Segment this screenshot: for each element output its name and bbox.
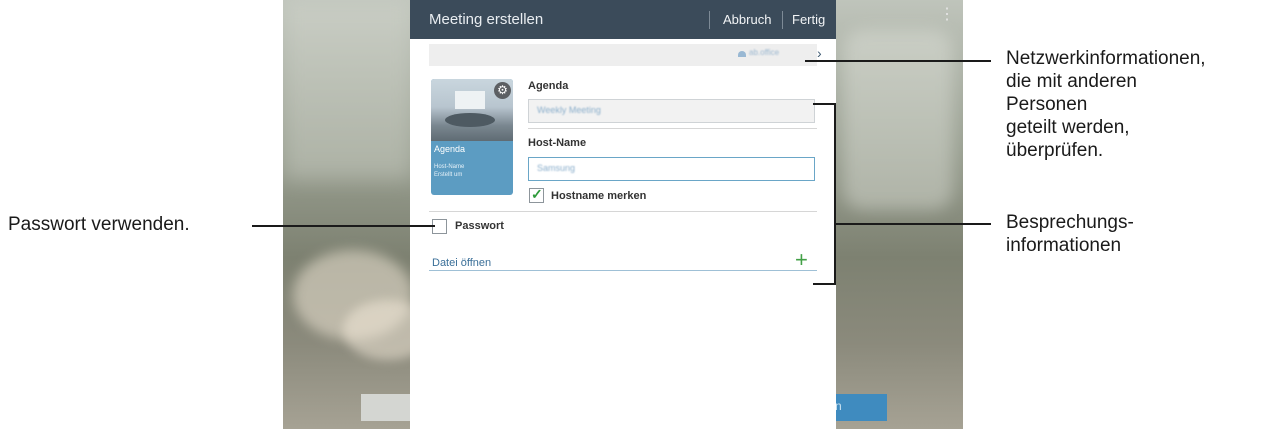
done-button[interactable]: Fertig	[792, 12, 825, 27]
card-title: Agenda	[434, 144, 466, 154]
background-window	[843, 30, 953, 210]
callout-meeting-line: informationen	[1006, 235, 1122, 256]
callout-network-line: Netzwerkinformationen,	[1006, 48, 1206, 69]
background-right-button: n	[829, 394, 887, 421]
agenda-label: Agenda	[528, 80, 569, 92]
bracket-top	[813, 103, 836, 105]
callout-meeting: Besprechungs- informationen	[1006, 211, 1134, 257]
title-bar: Meeting erstellen Abbruch Fertig	[410, 0, 836, 39]
overflow-menu-icon[interactable]: ⋮	[939, 7, 955, 30]
callout-meeting-leader	[836, 223, 991, 225]
host-name-value: Samsung	[537, 163, 576, 173]
bracket-bottom	[813, 283, 836, 285]
create-meeting-dialog: Meeting erstellen Abbruch Fertig ab.offi…	[410, 0, 836, 429]
divider	[429, 211, 817, 212]
host-name-label: Host-Name	[528, 137, 587, 149]
host-name-input[interactable]: Samsung	[528, 157, 815, 181]
callout-network-leader	[805, 60, 991, 62]
background-right-button-label: n	[835, 399, 842, 413]
agenda-input[interactable]: Weekly Meeting	[528, 99, 815, 123]
network-name: ab.office	[749, 48, 780, 57]
callout-network-line: überprüfen.	[1006, 140, 1104, 161]
network-info-bar[interactable]: ab.office ›	[429, 44, 822, 66]
chevron-right-icon: ›	[817, 45, 822, 61]
callout-password-leader	[252, 225, 435, 227]
wifi-icon	[738, 51, 746, 57]
callout-network-line: Personen	[1006, 94, 1088, 115]
title-separator	[709, 11, 710, 29]
cancel-button[interactable]: Abbruch	[723, 12, 771, 27]
open-file-button[interactable]: Datei öffnen	[432, 257, 491, 269]
callout-password: Passwort verwenden.	[8, 214, 190, 235]
remember-host-checkbox[interactable]: ✓	[529, 186, 544, 203]
bracket-vertical	[834, 103, 836, 285]
title-separator	[782, 11, 783, 29]
gear-icon[interactable]: ⚙	[494, 82, 511, 99]
card-host-line: Host-Name	[434, 164, 465, 170]
remember-host-label: Hostname merken	[551, 190, 647, 202]
dialog-title: Meeting erstellen	[429, 11, 544, 28]
add-icon[interactable]: +	[795, 249, 808, 271]
callout-network-line: die mit anderen	[1006, 71, 1137, 92]
agenda-value: Weekly Meeting	[537, 105, 601, 115]
password-label: Passwort	[455, 220, 504, 232]
callout-meeting-line: Besprechungs-	[1006, 212, 1134, 233]
callout-network-line: geteilt werden,	[1006, 117, 1130, 138]
card-created-line: Erstellt um	[434, 172, 463, 178]
open-file-underline	[429, 270, 817, 271]
checkmark-icon: ✓	[531, 186, 543, 202]
background-left-button	[361, 394, 411, 421]
background-wall	[283, 0, 413, 180]
meeting-card[interactable]: ⚙ Agenda Host-Name Erstellt um	[431, 79, 513, 195]
divider	[528, 128, 817, 129]
callout-network: Netzwerkinformationen, die mit anderen P…	[1006, 47, 1206, 162]
